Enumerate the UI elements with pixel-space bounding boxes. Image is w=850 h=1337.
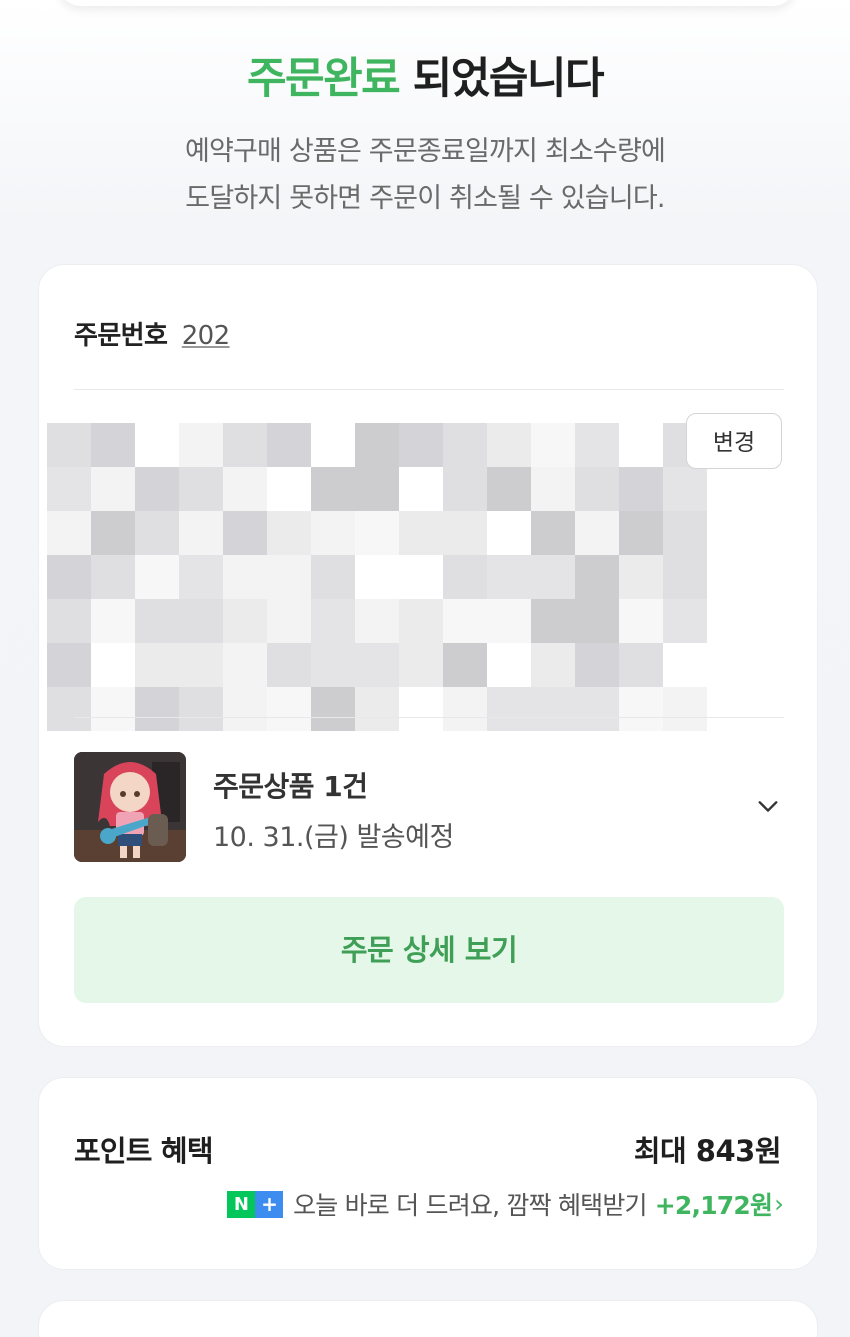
- divider: [74, 717, 784, 718]
- title-accent: 주문완료: [246, 54, 401, 104]
- shipping-date: 10. 31.(금) 발송예정: [213, 822, 454, 853]
- privacy-blur: [47, 423, 761, 731]
- naver-plus-icon: N +: [227, 1190, 284, 1218]
- points-card: 포인트 혜택 최대 843원 N + 오늘 바로 더 드려요, 깜짝 혜택받기 +…: [38, 1077, 818, 1270]
- next-card: [38, 1300, 818, 1337]
- promo-text: 오늘 바로 더 드려요, 깜짝 혜택받기: [293, 1191, 647, 1220]
- previous-sheet-edge: [58, 0, 796, 6]
- product-thumbnail[interactable]: [74, 752, 186, 862]
- chevron-right-icon: ›: [774, 1190, 784, 1218]
- notice-line-1: 예약구매 상품은 주문종료일까지 최소수량에: [184, 136, 666, 167]
- page-title: 주문완료 되었습니다: [0, 44, 850, 106]
- redacted-shipping-address: [47, 423, 761, 731]
- points-title: 포인트 혜택: [74, 1134, 214, 1168]
- order-detail-button[interactable]: 주문 상세 보기: [74, 897, 784, 1003]
- change-address-button[interactable]: 변경: [686, 413, 782, 469]
- points-max: 최대 843원: [633, 1134, 782, 1168]
- notice-line-2: 도달하지 못하면 주문이 취소될 수 있습니다.: [185, 183, 665, 214]
- preorder-notice: 예약구매 상품은 주문종료일까지 최소수량에 도달하지 못하면 주문이 취소될 …: [0, 128, 850, 222]
- order-number: 주문번호 202: [74, 315, 230, 352]
- figure-image-icon: [74, 752, 186, 862]
- chevron-down-icon[interactable]: [757, 795, 779, 817]
- title-rest: 되었습니다: [399, 54, 605, 104]
- divider: [74, 389, 784, 390]
- promo-link[interactable]: N + 오늘 바로 더 드려요, 깜짝 혜택받기 +2,172원 ›: [227, 1186, 784, 1222]
- order-number-label: 주문번호: [74, 321, 168, 351]
- product-count: 주문상품 1건: [213, 770, 368, 803]
- promo-amount: +2,172원: [654, 1191, 773, 1220]
- order-number-value[interactable]: 202: [182, 321, 230, 351]
- order-card: 주문번호 202 변경 주문상품 1건 10. 31.(금) 발송예정 주문 상…: [38, 264, 818, 1047]
